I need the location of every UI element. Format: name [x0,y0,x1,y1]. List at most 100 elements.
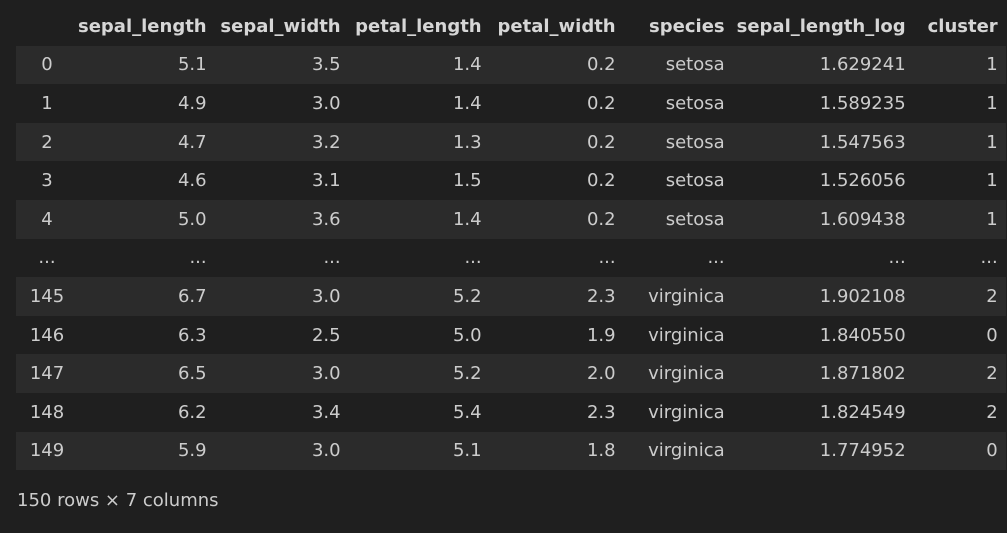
cell-sepal-width: 3.4 [311,401,341,423]
table-row: 147 6.5 3.0 5.2 2.0 virginica 1.871802 2 [16,354,1006,393]
row-index: 4 [41,208,53,230]
cell-sepal-length: 5.0 [177,208,207,230]
cell-petal-width: 2.3 [586,285,616,307]
cell-species: setosa [665,54,725,76]
cell-species: ... [707,247,725,269]
table-row: 145 6.7 3.0 5.2 2.3 virginica 1.902108 2 [16,277,1006,316]
column-header-cluster: cluster [927,15,998,37]
cell-petal-length: 1.4 [452,208,482,230]
column-header-petal-length: petal_length [355,15,482,37]
cell-petal-length: 1.4 [452,92,482,114]
cell-sepal-length-log: 1.840550 [819,324,906,346]
cell-petal-width: 0.2 [586,92,616,114]
cell-petal-width: 2.0 [586,363,616,385]
cell-sepal-length-log: ... [888,247,906,269]
row-index: 145 [29,285,65,307]
cell-sepal-width: 3.6 [311,208,341,230]
cell-cluster: 0 [986,440,998,462]
table-row: 148 6.2 3.4 5.4 2.3 virginica 1.824549 2 [16,392,1006,432]
cell-sepal-width: 3.0 [311,285,341,307]
cell-sepal-width: 3.0 [311,92,341,114]
cell-sepal-width: 3.2 [311,131,341,153]
cell-petal-length: 5.1 [452,440,482,462]
cell-petal-length: 5.2 [452,363,482,385]
cell-sepal-length: 6.3 [177,324,207,346]
cell-sepal-length: 5.1 [177,54,207,76]
table-body: 0 5.1 3.5 1.4 0.2 setosa 1.629241 1 1 4.… [16,45,1006,471]
cell-sepal-length-log: 1.547563 [819,131,906,153]
cell-petal-length: 1.5 [452,170,482,192]
cell-petal-width: 2.3 [586,401,616,423]
row-index: 3 [41,170,53,192]
row-index: 146 [29,324,65,346]
notebook-output-area: sepal_length sepal_width petal_length pe… [0,0,1007,533]
cell-petal-length: 5.2 [452,285,482,307]
row-index: ... [38,247,56,269]
table-row: 3 4.6 3.1 1.5 0.2 setosa 1.526056 1 [16,161,1006,200]
cell-sepal-length: ... [189,247,207,269]
cell-sepal-width: 3.0 [311,363,341,385]
column-header-sepal-width: sepal_width [220,15,341,37]
cell-petal-width: ... [598,247,616,269]
cell-cluster: 1 [986,170,998,192]
cell-sepal-width: ... [323,247,341,269]
cell-sepal-width: 3.0 [311,440,341,462]
dataframe-table: sepal_length sepal_width petal_length pe… [16,7,1006,471]
table-row: 2 4.7 3.2 1.3 0.2 setosa 1.547563 1 [16,122,1006,162]
cell-cluster: 2 [986,363,998,385]
cell-sepal-length-log: 1.774952 [819,440,906,462]
cell-sepal-length-log: 1.589235 [819,92,906,114]
cell-petal-width: 0.2 [586,54,616,76]
cell-petal-width: 0.2 [586,170,616,192]
table-row-ellipsis: ... ... ... ... ... ... ... ... [16,238,1006,278]
cell-sepal-length-log: 1.609438 [819,208,906,230]
cell-cluster: 2 [986,285,998,307]
row-index: 0 [41,54,53,76]
cell-species: virginica [648,440,725,462]
column-header-species: species [649,15,725,37]
cell-cluster: 0 [986,324,998,346]
cell-species: virginica [648,401,725,423]
cell-sepal-length: 6.2 [177,401,207,423]
cell-sepal-length: 6.7 [177,285,207,307]
column-header-petal-width: petal_width [497,15,616,37]
cell-sepal-length: 4.7 [177,131,207,153]
cell-petal-length: 5.0 [452,324,482,346]
row-index: 147 [29,363,65,385]
table-row: 149 5.9 3.0 5.1 1.8 virginica 1.774952 0 [16,431,1006,471]
cell-sepal-width: 2.5 [311,324,341,346]
cell-species: virginica [648,285,725,307]
cell-species: setosa [665,208,725,230]
table-row: 1 4.9 3.0 1.4 0.2 setosa 1.589235 1 [16,84,1006,123]
cell-sepal-width: 3.5 [311,54,341,76]
cell-sepal-width: 3.1 [311,170,341,192]
cell-cluster: 1 [986,131,998,153]
table-row: 146 6.3 2.5 5.0 1.9 virginica 1.840550 0 [16,315,1006,355]
row-index: 148 [29,401,65,423]
cell-species: setosa [665,131,725,153]
cell-sepal-length-log: 1.824549 [819,401,906,423]
cell-petal-length: 1.3 [452,131,482,153]
cell-petal-width: 1.9 [586,324,616,346]
cell-petal-width: 0.2 [586,208,616,230]
row-index: 149 [29,440,65,462]
cell-petal-width: 0.2 [586,131,616,153]
cell-sepal-length: 4.6 [177,170,207,192]
cell-cluster: 1 [986,92,998,114]
cell-species: setosa [665,92,725,114]
row-index: 2 [41,131,53,153]
cell-sepal-length: 4.9 [177,92,207,114]
cell-species: setosa [665,170,725,192]
column-header-sepal-length: sepal_length [78,15,207,37]
table-row: 0 5.1 3.5 1.4 0.2 setosa 1.629241 1 [16,45,1006,85]
cell-sepal-length-log: 1.871802 [819,363,906,385]
cell-sepal-length-log: 1.902108 [819,285,906,307]
cell-cluster: 2 [986,401,998,423]
column-header-index [16,7,78,46]
cell-sepal-length: 5.9 [177,440,207,462]
cell-sepal-length-log: 1.629241 [819,54,906,76]
header-row: sepal_length sepal_width petal_length pe… [16,7,1006,46]
cell-petal-width: 1.8 [586,440,616,462]
cell-petal-length: ... [464,247,482,269]
cell-cluster: 1 [986,208,998,230]
